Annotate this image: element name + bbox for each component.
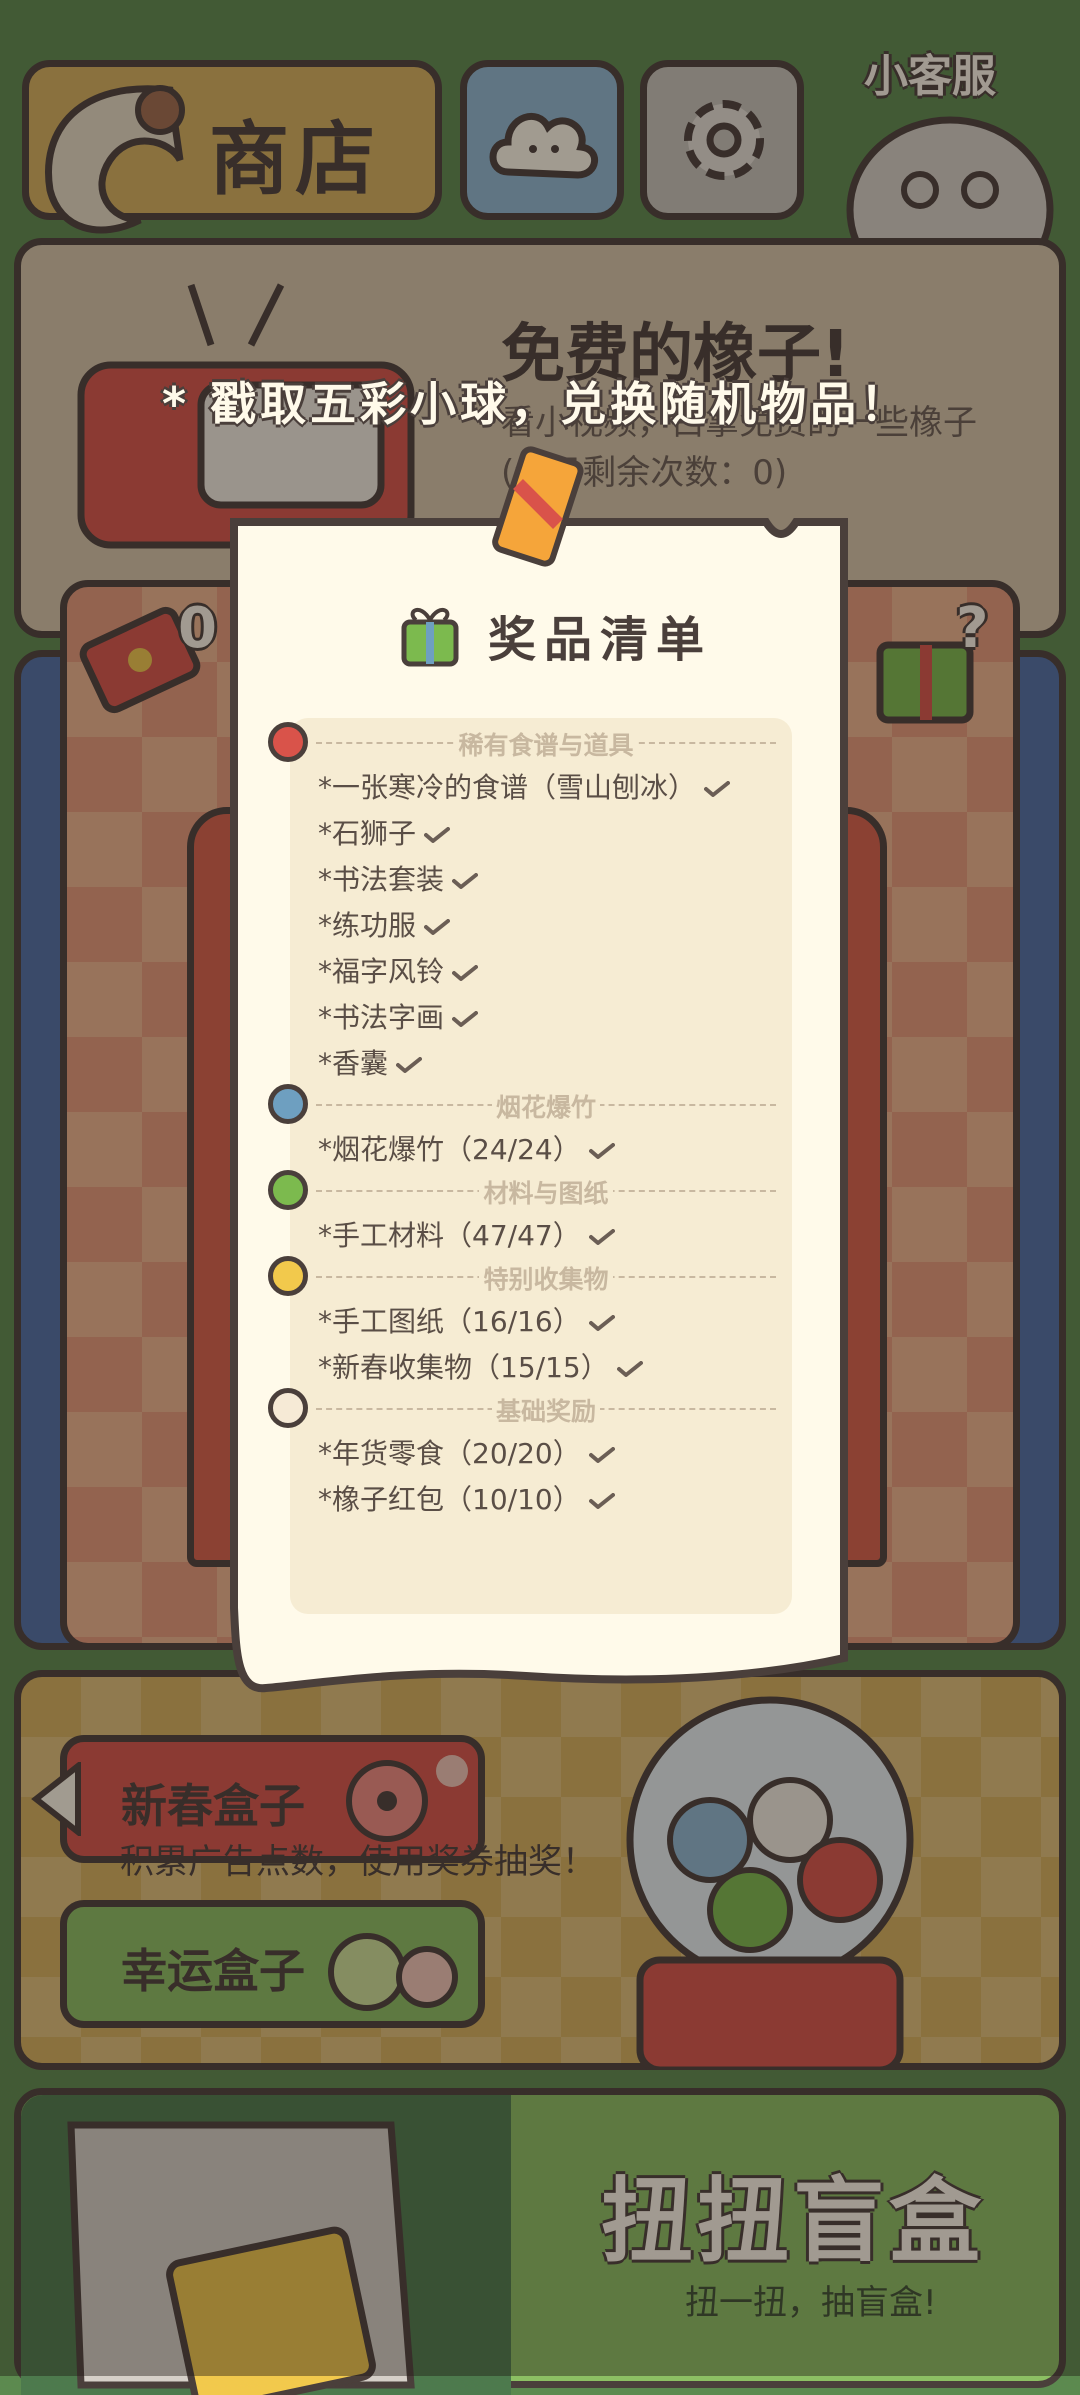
check-icon: [452, 873, 479, 889]
section-header: 特别收集物: [316, 1260, 776, 1296]
section-header: 基础奖励: [316, 1392, 776, 1428]
prize-item: *手工图纸（16/16）: [318, 1300, 615, 1340]
prize-item-text: *一张寒冷的食谱（雪山刨冰）: [318, 771, 697, 804]
prize-item: *新春收集物（15/15）: [318, 1346, 643, 1386]
prize-item-text: *书法字画: [318, 1001, 445, 1034]
prize-ball-icon: [268, 1388, 308, 1428]
check-icon: [704, 781, 731, 797]
prize-ball-icon: [268, 1256, 308, 1296]
prize-ball-icon: [268, 1084, 308, 1124]
check-icon: [452, 1011, 479, 1027]
prize-item-text: *书法套装: [318, 863, 445, 896]
prize-list: 稀有食谱与道具 *一张寒冷的食谱（雪山刨冰） *石狮子 *书法套装 *练功服 *福字风铃 *…: [226, 508, 852, 1702]
check-icon: [424, 827, 451, 843]
check-icon: [616, 1361, 643, 1377]
prize-item-text: *年货零食（20/20）: [318, 1437, 581, 1470]
prize-item-text: *新春收集物（15/15）: [318, 1351, 609, 1384]
check-icon: [452, 965, 479, 981]
prize-item: *一张寒冷的食谱（雪山刨冰）: [318, 766, 731, 806]
check-icon: [588, 1229, 615, 1245]
prize-item: *书法套装: [318, 858, 479, 898]
prize-item: *石狮子: [318, 812, 451, 852]
prize-item-text: *福字风铃: [318, 955, 445, 988]
prize-item-text: *手工材料（47/47）: [318, 1219, 581, 1252]
prize-list-modal: 奖品清单 稀有食谱与道具 *一张寒冷的食谱（雪山刨冰） *石狮子 *书法套装 *练功服 *…: [226, 446, 852, 1702]
prize-ball-icon: [268, 1170, 308, 1210]
prize-item-text: *石狮子: [318, 817, 417, 850]
section-header: 烟花爆竹: [316, 1088, 776, 1124]
prize-item: *福字风铃: [318, 950, 479, 990]
prize-item-text: *烟花爆竹（24/24）: [318, 1133, 581, 1166]
prize-item: *香囊: [318, 1042, 423, 1082]
prize-item-text: *香囊: [318, 1047, 389, 1080]
prize-item: *烟花爆竹（24/24）: [318, 1128, 615, 1168]
section-header: 材料与图纸: [316, 1174, 776, 1210]
prize-item: *手工材料（47/47）: [318, 1214, 615, 1254]
prize-item: *橡子红包（10/10）: [318, 1478, 615, 1518]
tip-banner: * 戳取五彩小球，兑换随机物品！: [162, 377, 911, 431]
check-icon: [588, 1493, 615, 1509]
check-icon: [588, 1143, 615, 1159]
prize-item-text: *橡子红包（10/10）: [318, 1483, 581, 1516]
prize-item-text: *练功服: [318, 909, 417, 942]
check-icon: [588, 1447, 615, 1463]
check-icon: [396, 1057, 423, 1073]
prize-item: *练功服: [318, 904, 451, 944]
prize-ball-icon: [268, 722, 308, 762]
check-icon: [424, 919, 451, 935]
prize-item: *书法字画: [318, 996, 479, 1036]
prize-item: *年货零食（20/20）: [318, 1432, 615, 1472]
section-header: 稀有食谱与道具: [316, 726, 776, 762]
prize-item-text: *手工图纸（16/16）: [318, 1305, 581, 1338]
check-icon: [588, 1315, 615, 1331]
